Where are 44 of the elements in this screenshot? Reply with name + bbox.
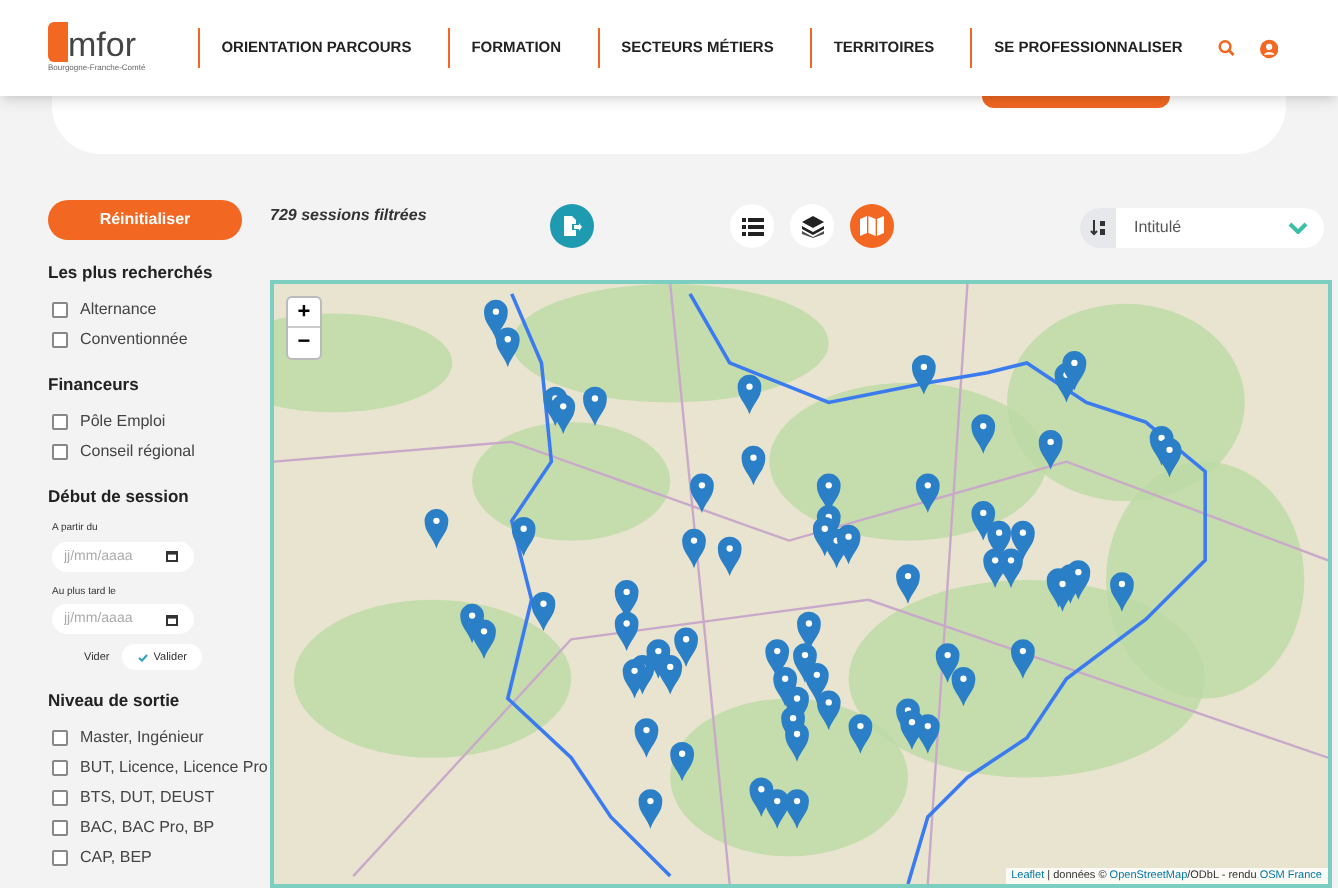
zoom-out-button[interactable]: − xyxy=(288,328,320,358)
view-toggle-button[interactable] xyxy=(730,204,774,248)
calendar-icon xyxy=(166,613,178,626)
session-count: 729 sessions filtrées xyxy=(270,204,429,228)
checkbox-label: Conventionnée xyxy=(80,327,188,352)
filter-heading: Les plus recherchés xyxy=(48,260,215,286)
filter-heading: Début de session xyxy=(48,483,191,509)
view-toggle-button[interactable] xyxy=(850,204,894,248)
checkbox[interactable] xyxy=(52,331,68,348)
search-button[interactable] xyxy=(982,96,1170,108)
checkbox-label: BUT, Licence, Licence Pro xyxy=(80,756,268,780)
list-icon xyxy=(741,217,763,235)
filter-heading: Niveau de sortie xyxy=(48,688,182,714)
checkbox[interactable] xyxy=(52,413,68,429)
filter-heading: Financeurs xyxy=(48,371,141,397)
check-icon xyxy=(137,653,148,662)
checkbox[interactable] xyxy=(52,443,68,459)
logo-mark-icon xyxy=(48,22,68,62)
checkbox-label: BTS, DUT, DEUST xyxy=(80,786,215,810)
calendar-icon xyxy=(166,550,178,563)
sort-select[interactable]: Intitulé xyxy=(1080,208,1324,248)
export-button[interactable] xyxy=(550,204,594,248)
checkbox[interactable] xyxy=(52,790,68,806)
checkbox-label: Conseil régional xyxy=(80,439,195,463)
user-account-icon[interactable] xyxy=(1259,35,1278,61)
checkbox[interactable] xyxy=(52,820,68,836)
checkbox[interactable] xyxy=(52,850,68,866)
sort-value: Intitulé xyxy=(1134,216,1184,240)
checkbox-label: Pôle Emploi xyxy=(80,409,166,433)
chevron-down-icon xyxy=(1288,222,1308,234)
layers-icon xyxy=(801,215,823,237)
export-file-icon xyxy=(563,216,581,236)
checkbox-label: Master, Ingénieur xyxy=(80,726,204,750)
checkbox-label: Alternance xyxy=(80,297,157,322)
zoom-in-button[interactable]: + xyxy=(288,298,320,328)
checkbox[interactable] xyxy=(52,760,68,776)
search-icon[interactable] xyxy=(1218,36,1236,60)
checkbox-label: BAC, BAC Pro, BP xyxy=(80,816,215,840)
checkbox[interactable] xyxy=(52,730,68,746)
sort-icon xyxy=(1090,220,1106,236)
checkbox[interactable] xyxy=(52,301,68,318)
map-icon xyxy=(860,216,884,236)
checkbox-label: CAP, BEP xyxy=(80,846,152,870)
view-toggle-button[interactable] xyxy=(790,204,834,248)
